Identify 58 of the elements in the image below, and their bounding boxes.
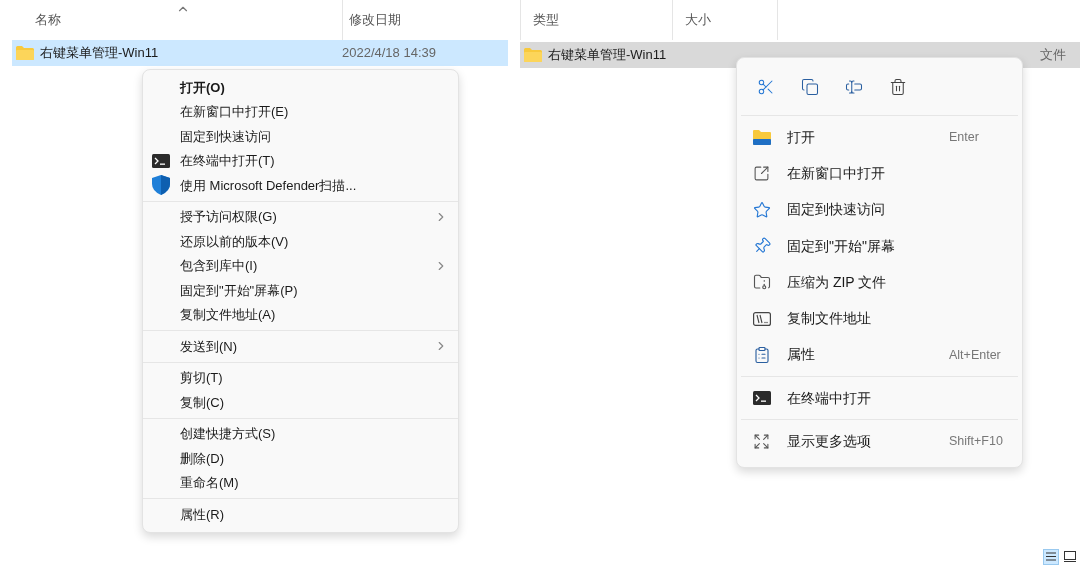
menu-item[interactable]: 复制(C)	[143, 390, 458, 415]
shortcut-text: Shift+F10	[949, 433, 1003, 451]
menu-item[interactable]: 使用 Microsoft Defender扫描...	[143, 173, 458, 198]
modified-date: 2022/4/18 14:39	[342, 44, 436, 63]
shortcut-text: Alt+Enter	[949, 346, 1001, 364]
menu-item[interactable]: 在新窗口中打开(E)	[143, 99, 458, 124]
menu-item[interactable]: 压缩为 ZIP 文件	[741, 264, 1018, 301]
folder-icon	[753, 129, 771, 145]
menu-item[interactable]: 打开 Enter	[741, 119, 1018, 156]
column-header[interactable]: 修改日期	[349, 10, 401, 30]
file-type: 文件	[1040, 46, 1066, 65]
menu-item[interactable]: 还原以前的版本(V)	[143, 229, 458, 254]
column-header[interactable]: 类型	[533, 10, 559, 30]
tiles-view-button[interactable]	[1062, 548, 1078, 565]
menu-item[interactable]: 固定到快速访问	[741, 191, 1018, 228]
terminal-icon	[753, 391, 771, 406]
path-icon	[753, 311, 771, 326]
menu-item[interactable]: 固定到快速访问	[143, 124, 458, 149]
menu-item[interactable]: 在终端中打开	[741, 380, 1018, 417]
menu-item[interactable]: 固定到"开始"屏幕(P)	[143, 278, 458, 303]
menu-item[interactable]: 在终端中打开(T)	[143, 148, 458, 173]
rename-icon	[845, 77, 863, 96]
menu-item[interactable]: 属性 Alt+Enter	[741, 336, 1018, 374]
copy-icon	[801, 77, 819, 96]
terminal-icon	[152, 153, 170, 168]
menu-item[interactable]: 包含到库中(I)	[143, 253, 458, 278]
menu-item[interactable]: 创建快捷方式(S)	[143, 421, 458, 446]
archive-icon	[753, 273, 771, 292]
column-header[interactable]: 名称	[35, 10, 61, 30]
list-icon	[1046, 552, 1056, 561]
menu-item[interactable]: 打开(O)	[143, 75, 458, 100]
file-row[interactable]: 右键菜单管理-Win11 2022/4/18 14:39	[12, 40, 508, 66]
tile-icon	[1064, 551, 1076, 562]
shortcut-text: Enter	[949, 128, 979, 146]
menu-item[interactable]: 剪切(T)	[143, 365, 458, 390]
star-icon	[753, 200, 771, 219]
properties-icon	[753, 345, 771, 364]
menu-item[interactable]: 授予访问权限(G)	[143, 204, 458, 229]
menu-item[interactable]: 属性(R)	[143, 502, 458, 527]
menu-item[interactable]: 复制文件地址	[741, 300, 1018, 337]
menu-item[interactable]: 固定到"开始"屏幕	[741, 227, 1018, 265]
shield-icon	[152, 175, 170, 195]
menu-item[interactable]: 在新窗口中打开	[741, 155, 1018, 192]
menu-item[interactable]: 重命名(M)	[143, 470, 458, 495]
folder-icon	[524, 48, 542, 62]
column-header[interactable]: 大小	[685, 10, 711, 30]
details-view-button[interactable]	[1043, 548, 1059, 565]
file-name: 右键菜单管理-Win11	[548, 46, 667, 65]
folder-icon	[16, 46, 34, 60]
file-name: 右键菜单管理-Win11	[40, 44, 159, 63]
cut-icon	[757, 77, 775, 96]
delete-icon	[889, 77, 907, 96]
menu-item[interactable]: 显示更多选项 Shift+F10	[741, 423, 1018, 460]
menu-item[interactable]: 复制文件地址(A)	[143, 302, 458, 327]
menu-item[interactable]: 发送到(N)	[143, 334, 458, 359]
more-options-icon	[753, 433, 770, 450]
open-external-icon	[753, 164, 770, 182]
menu-item[interactable]: 删除(D)	[143, 446, 458, 471]
